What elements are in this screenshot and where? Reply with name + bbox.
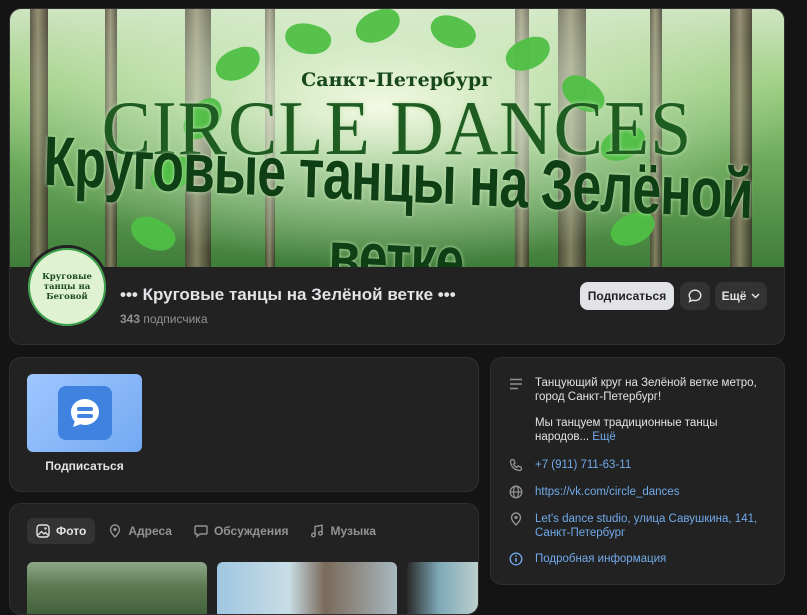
photo-thumbnail[interactable] bbox=[27, 562, 207, 614]
tab-label: Обсуждения bbox=[213, 524, 289, 538]
tab-photo[interactable]: Фото bbox=[27, 518, 96, 544]
members-number: 343 bbox=[120, 312, 141, 326]
text-lines-icon bbox=[508, 376, 524, 392]
location-pin-icon bbox=[508, 511, 524, 527]
cover-image: Санкт-Петербург CIRCLE DANCES Круговые т… bbox=[10, 9, 784, 267]
music-note-icon bbox=[310, 524, 324, 538]
more-button[interactable]: Ещё bbox=[715, 282, 767, 310]
widget-logo-icon bbox=[57, 386, 112, 440]
location-pin-icon bbox=[108, 524, 122, 538]
globe-icon bbox=[508, 484, 524, 500]
subscribe-widget-tile[interactable] bbox=[27, 374, 142, 452]
tab-label: Музыка bbox=[330, 524, 376, 538]
details-link[interactable]: Подробная информация bbox=[535, 552, 765, 566]
website-link[interactable]: https://vk.com/circle_dances bbox=[535, 485, 765, 499]
photo-thumbnail[interactable] bbox=[407, 562, 478, 614]
members-label: подписчика bbox=[143, 312, 208, 326]
info-circle-icon bbox=[508, 551, 524, 567]
description-paragraph-2: Мы танцуем традиционные танцы народов...… bbox=[535, 416, 765, 444]
content-tabs: Фото Адреса Обсуждения Музыка bbox=[27, 518, 385, 544]
tab-discussions[interactable]: Обсуждения bbox=[185, 518, 298, 544]
community-header-card: Санкт-Петербург CIRCLE DANCES Круговые т… bbox=[9, 8, 785, 345]
subscribe-widget-card: Подписаться bbox=[9, 357, 479, 492]
description-more-link[interactable]: Ещё bbox=[592, 431, 616, 443]
address-link[interactable]: Let's dance studio, улица Савушкина, 141… bbox=[535, 512, 765, 540]
image-icon bbox=[36, 524, 50, 538]
description-text: Мы танцуем традиционные танцы народов... bbox=[535, 417, 718, 443]
community-name: ••• Круговые танцы на Зелёной ветке ••• bbox=[120, 285, 456, 304]
community-info-card: Танцующий круг на Зелёной ветке метро, г… bbox=[490, 357, 785, 585]
more-label: Ещё bbox=[721, 289, 747, 303]
chat-bubble-icon bbox=[687, 288, 703, 304]
community-avatar[interactable]: Круговые танцы на Беговой bbox=[25, 245, 109, 329]
tab-label: Адреса bbox=[128, 524, 172, 538]
content-tabs-card: Фото Адреса Обсуждения Музыка bbox=[9, 503, 479, 615]
tab-music[interactable]: Музыка bbox=[301, 518, 384, 544]
widget-label[interactable]: Подписаться bbox=[27, 459, 142, 473]
avatar-text: Круговые танцы на Беговой bbox=[42, 272, 92, 302]
chevron-down-icon bbox=[751, 293, 760, 299]
photo-thumbnail[interactable] bbox=[217, 562, 397, 614]
description-paragraph-1: Танцующий круг на Зелёной ветке метро, г… bbox=[535, 377, 757, 403]
phone-icon bbox=[508, 457, 524, 473]
subscribe-button[interactable]: Подписаться bbox=[580, 282, 674, 310]
tab-label: Фото bbox=[56, 524, 87, 538]
phone-link[interactable]: +7 (911) 711-63-11 bbox=[535, 458, 765, 472]
chat-bubble-icon bbox=[194, 524, 208, 538]
members-count[interactable]: 343 подписчика bbox=[120, 312, 208, 326]
tab-addresses[interactable]: Адреса bbox=[99, 518, 181, 544]
message-button[interactable] bbox=[680, 282, 710, 310]
